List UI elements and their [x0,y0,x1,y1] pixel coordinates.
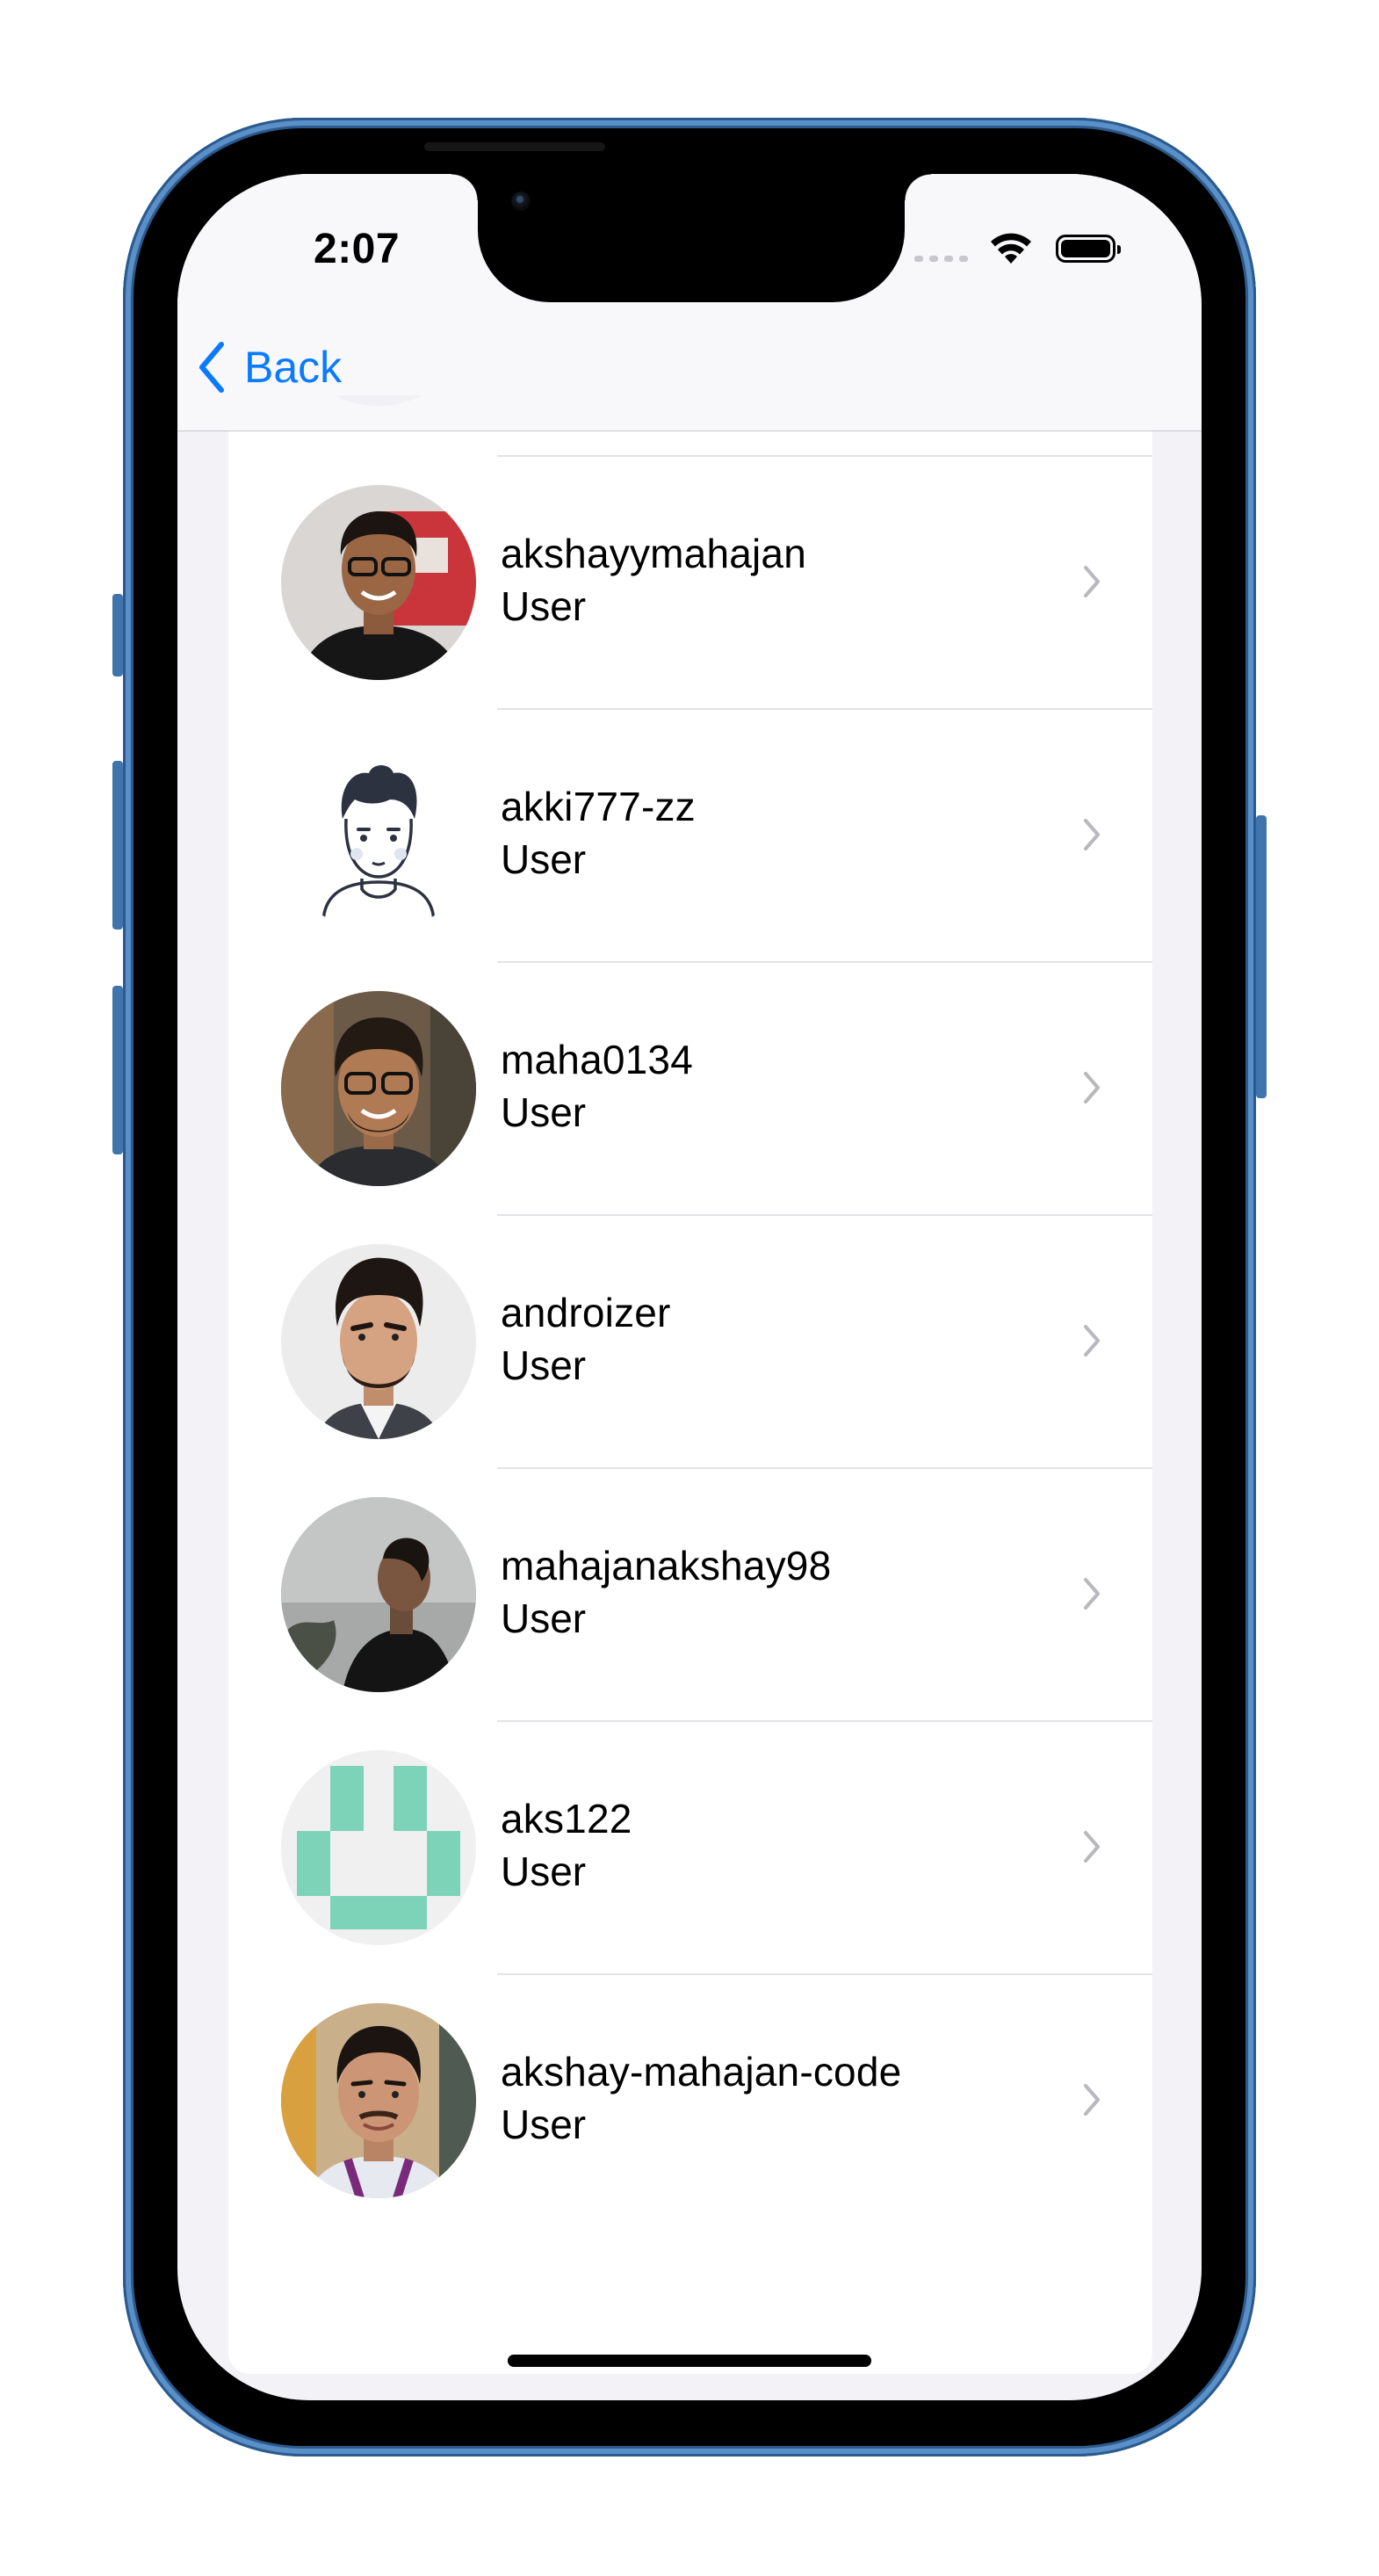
back-button[interactable]: Back [197,341,342,394]
home-indicator[interactable] [508,2355,871,2367]
user-name: maha0134 [501,1037,693,1082]
status-icons [914,232,1121,265]
avatar [281,991,476,1186]
chevron-right-icon [1084,1072,1100,1103]
row-text: akki777-zz User [501,780,696,886]
avatar [281,1750,476,1945]
notch [451,174,931,302]
list-item[interactable]: akki777-zz User [228,708,1152,961]
list-item[interactable]: akshayymahajan User [228,455,1152,708]
avatar [281,1244,476,1439]
row-separator [497,455,1152,457]
row-separator [497,1720,1152,1722]
row-separator [497,1973,1152,1975]
cellular-signal-icon [914,236,968,262]
battery-icon [1056,235,1121,263]
chevron-right-icon [1084,566,1100,597]
list-item[interactable]: aks122 User [228,1720,1152,1973]
chevron-left-icon [199,342,224,393]
user-name: akshayymahajan [501,531,807,576]
list-item[interactable]: akshay-mahajan-code User [228,1973,1152,2226]
user-name: mahajanakshay98 [501,1543,832,1588]
avatar [281,738,476,933]
row-separator [497,1467,1152,1469]
avatar [281,485,476,680]
device-silent-switch [112,594,123,677]
row-separator [497,961,1152,963]
list-item[interactable]: mahajanakshay98 User [228,1467,1152,1720]
status-time: 2:07 [314,226,401,272]
row-text: androizer User [501,1286,671,1392]
user-name: akki777-zz [501,784,696,829]
user-role: User [501,1849,587,1894]
user-name: akshay-mahajan-code [501,2049,902,2095]
row-text: akshayymahajan User [501,527,806,633]
device-volume-up-button [112,761,123,930]
wifi-icon [991,233,1031,264]
chevron-right-icon [1084,819,1100,850]
chevron-right-icon [1084,1831,1100,1863]
row-text: aks122 User [501,1792,632,1898]
earpiece-speaker [424,142,605,151]
row-text: maha0134 User [501,1033,693,1139]
chevron-right-icon [1084,2084,1100,2116]
user-name: androizer [501,1290,671,1335]
row-text: mahajanakshay98 User [501,1539,831,1645]
front-camera-icon [511,192,531,211]
device-volume-down-button [112,986,123,1154]
avatar [281,2003,476,2198]
user-list: akshayymahajan User akki777-zz User maha… [177,395,1202,2400]
user-name: aks122 [501,1796,632,1842]
device-power-button [1256,815,1267,1098]
phone-screen: 2:07 Back akshayymahajan User akki777-zz… [177,174,1202,2400]
user-role: User [501,583,587,629]
user-role: User [501,2102,587,2147]
user-role: User [501,1596,587,1641]
user-role: User [501,1342,587,1388]
back-label: Back [244,343,343,392]
chevron-right-icon [1084,1325,1100,1357]
list-item[interactable]: androizer User [228,1214,1152,1467]
chevron-right-icon [1084,1578,1100,1610]
list-item[interactable]: maha0134 User [228,961,1152,1214]
user-role: User [501,836,587,882]
avatar [281,1497,476,1692]
user-list-card: akshayymahajan User akki777-zz User maha… [228,395,1152,2374]
row-text: akshay-mahajan-code User [501,2045,901,2151]
user-role: User [501,1089,587,1135]
row-separator [497,1214,1152,1216]
row-separator [497,708,1152,710]
